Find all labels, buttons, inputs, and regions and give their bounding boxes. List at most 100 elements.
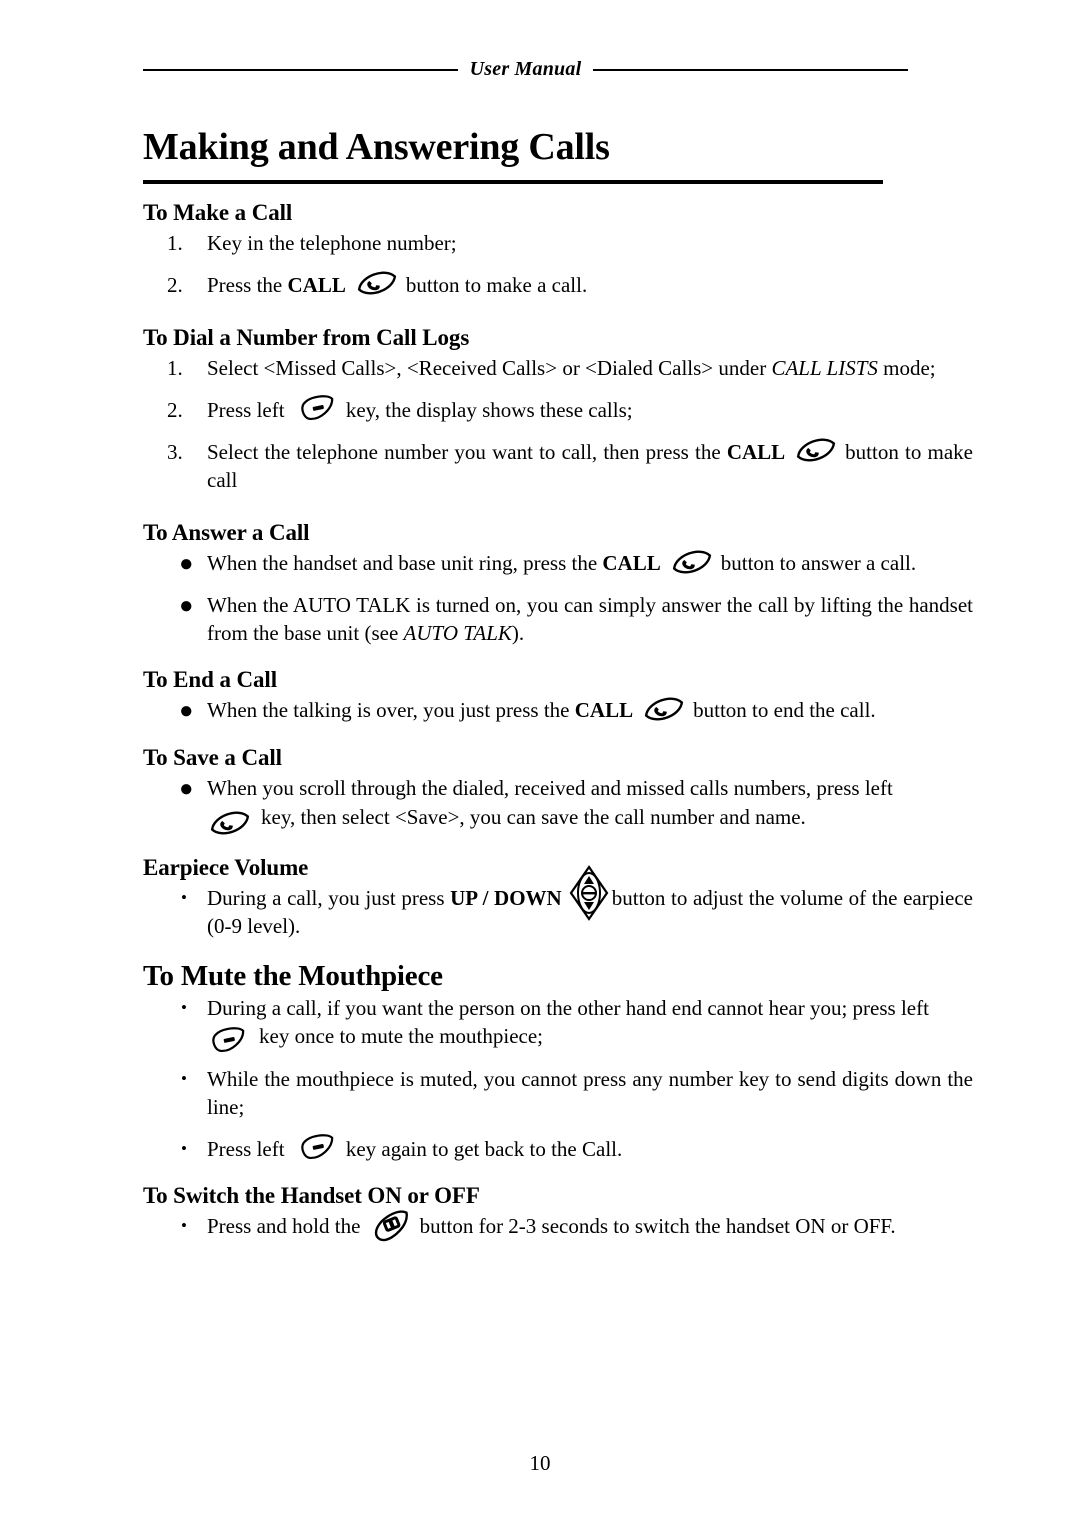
list-marker-number: 2. bbox=[167, 398, 183, 423]
item-emphasis: CALL LISTS bbox=[771, 356, 878, 381]
item-text: When the AUTO TALK is turned on, you can… bbox=[207, 593, 973, 645]
list-marker-bullet: • bbox=[181, 998, 187, 1018]
list-marker-bullet: ● bbox=[179, 593, 194, 620]
section-heading-to-end-a-call: To End a Call bbox=[143, 667, 277, 693]
list-item: • During a call, if you want the person o… bbox=[143, 995, 973, 1053]
item-text-tail: mode; bbox=[877, 356, 936, 381]
item-text-tail: button to end the call. bbox=[693, 698, 876, 723]
section-list-to-switch-the-handset-on-or-off: • Press and hold the button for 2-3 secon… bbox=[143, 1209, 973, 1241]
item-text: During a call, you just press bbox=[207, 885, 451, 910]
list-marker-bullet: • bbox=[181, 1069, 187, 1089]
item-keyword: CALL bbox=[602, 551, 661, 576]
list-item: 1. Key in the telephone number; bbox=[143, 230, 973, 258]
left-soft-key-icon bbox=[207, 1024, 251, 1058]
section-heading-to-answer-a-call: To Answer a Call bbox=[143, 520, 310, 546]
left-soft-key-icon bbox=[296, 392, 340, 426]
running-title: User Manual bbox=[469, 58, 582, 80]
power-key-icon bbox=[370, 1205, 414, 1245]
item-text: Select the telephone number you want to … bbox=[207, 439, 727, 464]
list-marker-bullet: ● bbox=[179, 551, 194, 578]
list-item: • While the mouthpiece is muted, you cann… bbox=[143, 1066, 973, 1121]
section-heading-to-make-a-call: To Make a Call bbox=[143, 200, 293, 225]
item-text: When the handset and base unit ring, pre… bbox=[207, 551, 603, 576]
item-keyword: CALL bbox=[726, 439, 786, 464]
list-marker-bullet: • bbox=[181, 1138, 187, 1158]
section-list-to-answer-a-call: ● When the handset and base unit ring, pr… bbox=[143, 550, 973, 647]
item-text: When you scroll through the dialed, rece… bbox=[207, 776, 893, 801]
list-item: 2. Press left key, the display shows thes… bbox=[143, 395, 973, 425]
item-text-tail: key once to mute the mouthpiece; bbox=[259, 1024, 543, 1049]
list-item: • Press and hold the button for 2-3 secon… bbox=[143, 1209, 973, 1241]
page-title: Making and Answering Calls bbox=[143, 126, 610, 168]
list-marker-bullet: ● bbox=[179, 776, 194, 803]
section-to-save-a-call: To Save a Call ● When you scroll through t… bbox=[143, 745, 973, 835]
section-to-answer-a-call: To Answer a Call ● When the handset and ba… bbox=[143, 520, 973, 647]
section-to-make-a-call: To Make a Call 1. Key in the telephone num… bbox=[143, 200, 973, 299]
section-list-to-dial-a-number-from-call-logs: 1. Select <Missed Calls>, <Received Calls… bbox=[143, 355, 973, 494]
item-text: During a call, if you want the person on… bbox=[207, 996, 929, 1021]
item-text-tail: button to make a call. bbox=[405, 272, 588, 297]
section-list-to-save-a-call: ● When you scroll through the dialed, rec… bbox=[143, 775, 973, 835]
section-heading-to-mute-the-mouthpiece: To Mute the Mouthpiece bbox=[143, 960, 443, 993]
list-marker-number: 1. bbox=[167, 356, 183, 381]
list-item: • During a call, you just press UP / DOWN… bbox=[143, 865, 973, 940]
section-to-end-a-call: To End a Call ● When the talking is over, … bbox=[143, 667, 973, 725]
item-keyword: CALL bbox=[287, 272, 346, 297]
item-keyword: CALL bbox=[574, 698, 634, 723]
list-item: ● When you scroll through the dialed, rec… bbox=[143, 775, 973, 835]
section-list-to-end-a-call: ● When the talking is over, you just pres… bbox=[143, 697, 973, 725]
list-item: • Press left key again to get back to the… bbox=[143, 1134, 973, 1164]
section-heading-to-switch-the-handset-on-or-off: To Switch the Handset ON or OFF bbox=[143, 1183, 480, 1209]
section-list-to-make-a-call: 1. Key in the telephone number; 2. Press th… bbox=[143, 230, 973, 299]
list-marker-bullet: • bbox=[181, 1216, 187, 1236]
item-text: Press the bbox=[207, 272, 288, 297]
item-text-tail: button for 2-3 seconds to switch the han… bbox=[419, 1214, 896, 1239]
list-item: ● When the AUTO TALK is turned on, you ca… bbox=[143, 592, 973, 647]
call-key-icon bbox=[354, 263, 400, 303]
list-marker-number: 1. bbox=[167, 231, 183, 255]
call-key-icon bbox=[669, 542, 715, 582]
header-rule-left bbox=[143, 68, 458, 71]
section-heading-earpiece-volume: Earpiece Volume bbox=[143, 854, 309, 880]
section-to-mute-the-mouthpiece: To Mute the Mouthpiece • During a call, if… bbox=[143, 960, 973, 1163]
left-soft-key-icon bbox=[296, 1131, 340, 1165]
item-text-tail: ). bbox=[511, 620, 525, 645]
section-heading-to-dial-a-number-from-call-logs: To Dial a Number from Call Logs bbox=[143, 325, 470, 351]
section-earpiece-volume: Earpiece Volume • During a call, you just … bbox=[143, 855, 973, 940]
page-header: User Manual bbox=[143, 58, 908, 81]
item-emphasis: AUTO TALK bbox=[403, 620, 512, 645]
item-text: While the mouthpiece is muted, you canno… bbox=[207, 1067, 973, 1119]
call-key-icon bbox=[207, 803, 253, 843]
list-item: 3. Select the telephone number you want t… bbox=[143, 438, 973, 494]
list-item: 2. Press the CALL button to make a call. bbox=[143, 271, 973, 300]
item-text-tail: button to answer a call. bbox=[720, 551, 917, 576]
page-content: To Make a Call 1. Key in the telephone num… bbox=[143, 200, 973, 1261]
item-keyword: UP / DOWN bbox=[450, 885, 562, 910]
item-text-tail: key, the display shows these calls; bbox=[345, 398, 633, 423]
list-item: ● When the handset and base unit ring, pr… bbox=[143, 550, 973, 578]
list-marker-bullet: • bbox=[181, 887, 187, 907]
item-text: When the talking is over, you just press… bbox=[207, 698, 575, 723]
list-marker-bullet: ● bbox=[179, 698, 194, 725]
section-to-dial-a-number-from-call-logs: To Dial a Number from Call Logs 1. Select … bbox=[143, 325, 973, 494]
item-text: Key in the telephone number; bbox=[207, 231, 457, 255]
item-text: Press and hold the bbox=[207, 1214, 366, 1239]
list-item: ● When the talking is over, you just pres… bbox=[143, 697, 973, 725]
list-item: 1. Select <Missed Calls>, <Received Calls… bbox=[143, 355, 973, 383]
item-text: Select <Missed Calls>, <Received Calls> … bbox=[207, 356, 772, 381]
manual-page: User Manual Making and Answering Calls T… bbox=[0, 0, 1080, 1528]
up-down-rocker-icon bbox=[568, 865, 610, 922]
section-list-earpiece-volume: • During a call, you just press UP / DOWN… bbox=[143, 865, 973, 940]
call-key-icon bbox=[641, 689, 687, 729]
list-marker-number: 3. bbox=[167, 439, 183, 464]
page-title-rule bbox=[143, 180, 883, 184]
call-key-icon bbox=[793, 430, 839, 470]
item-text: Press left bbox=[207, 398, 290, 423]
page-footer: 10 bbox=[529, 1451, 551, 1475]
item-text: Press left bbox=[207, 1136, 290, 1161]
section-to-switch-the-handset-on-or-off: To Switch the Handset ON or OFF • Press an… bbox=[143, 1183, 973, 1241]
section-heading-to-save-a-call: To Save a Call bbox=[143, 745, 282, 771]
item-text-tail: key again to get back to the Call. bbox=[345, 1136, 623, 1161]
header-rule-right bbox=[593, 68, 908, 71]
list-marker-number: 2. bbox=[167, 272, 183, 297]
